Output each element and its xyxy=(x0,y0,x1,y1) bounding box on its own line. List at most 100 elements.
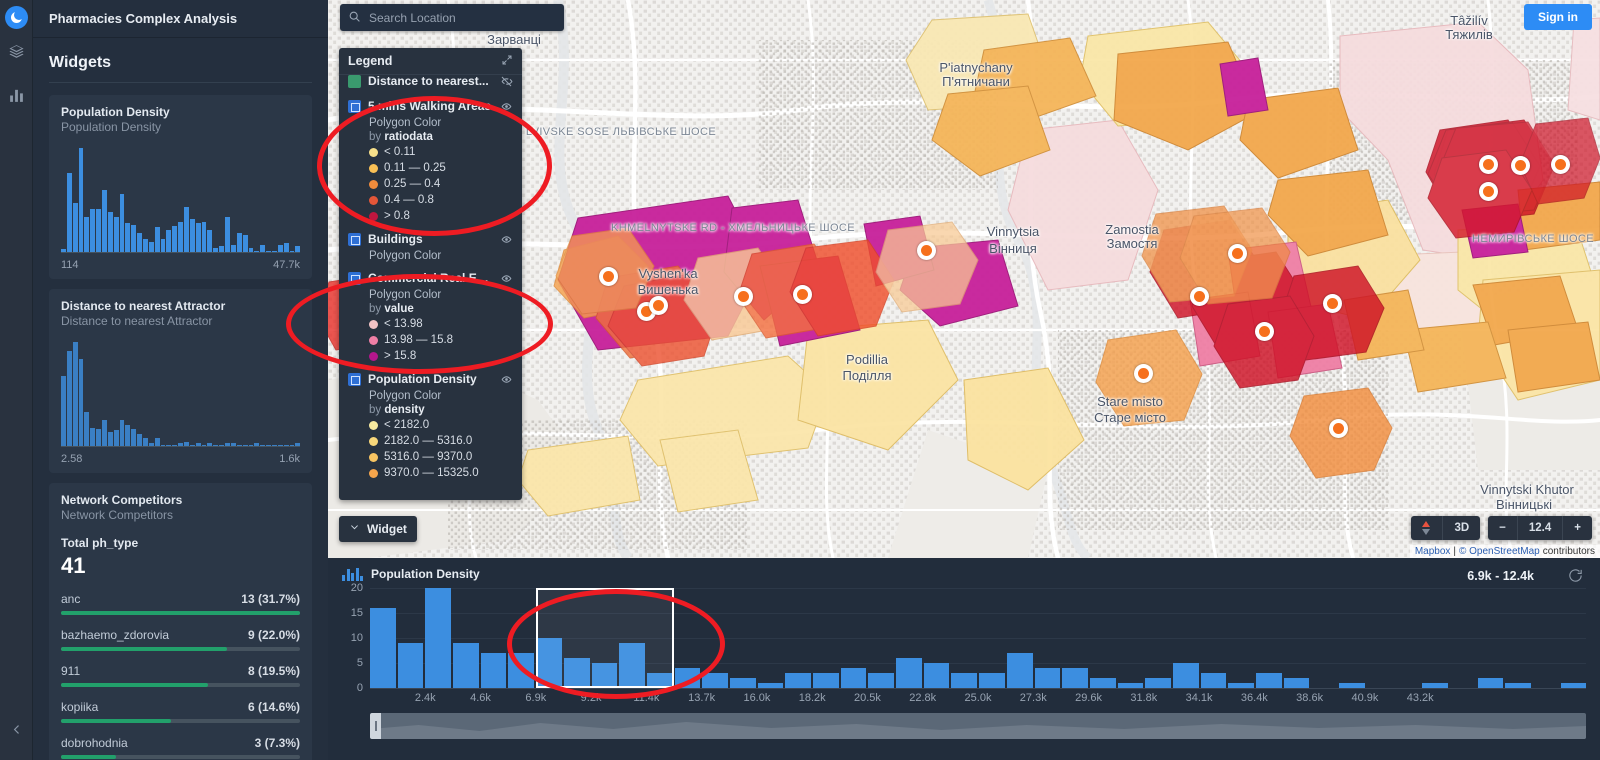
histogram-bar[interactable] xyxy=(1034,668,1061,688)
legend-layer[interactable]: Buildings Polygon Color xyxy=(339,227,522,266)
histogram-bar[interactable] xyxy=(370,608,396,688)
refresh-icon[interactable] xyxy=(1567,567,1584,584)
widget-histogram[interactable] xyxy=(61,342,301,447)
histogram-bar[interactable] xyxy=(813,673,839,688)
page-title: Pharmacies Complex Analysis xyxy=(33,0,328,38)
pharmacy-marker[interactable] xyxy=(1479,182,1498,201)
histogram-bar[interactable] xyxy=(729,678,756,688)
search-bar[interactable] xyxy=(340,4,564,31)
legend-layer[interactable]: Distance to nearest... xyxy=(339,69,522,94)
divider xyxy=(49,82,312,83)
eye-icon[interactable] xyxy=(500,100,513,113)
histogram-brush-selection[interactable] xyxy=(535,588,674,688)
map-attribution[interactable]: Mapbox | © OpenStreetMap contributors xyxy=(1409,545,1600,558)
widget-card[interactable]: Distance to nearest Attractor Distance to… xyxy=(49,289,312,473)
competitor-value: 13 (31.7%) xyxy=(241,592,300,606)
histogram-bar[interactable] xyxy=(425,588,452,688)
pharmacy-marker[interactable] xyxy=(649,296,668,315)
histogram-bar xyxy=(213,247,219,252)
histogram-bar[interactable] xyxy=(480,653,507,688)
pharmacy-marker[interactable] xyxy=(1228,244,1247,263)
legend-layer[interactable]: 5 mins Walking Areas Polygon Color by rati… xyxy=(339,94,522,227)
collapse-arrows-icon[interactable] xyxy=(501,54,513,69)
histogram-bar[interactable] xyxy=(896,658,922,688)
pharmacy-marker[interactable] xyxy=(1551,155,1570,174)
attribution-mapbox[interactable]: Mapbox xyxy=(1415,546,1451,557)
mode-3d-button[interactable]: 3D xyxy=(1442,516,1480,540)
range-min: 2.58 xyxy=(61,453,83,465)
legend-layer-header[interactable]: 5 mins Walking Areas xyxy=(348,96,513,116)
histogram-bar xyxy=(230,443,236,446)
histogram-bar[interactable] xyxy=(1172,663,1199,688)
histogram-bar[interactable] xyxy=(868,673,895,688)
histogram-bar[interactable] xyxy=(1089,678,1116,688)
layers-icon[interactable] xyxy=(0,29,33,73)
histogram-bar[interactable] xyxy=(785,673,811,688)
legend-layer[interactable]: Population Density Polygon Color by densit… xyxy=(339,367,522,484)
bar-chart-icon[interactable] xyxy=(0,73,33,117)
search-input[interactable] xyxy=(369,10,549,25)
histogram-bar[interactable] xyxy=(1256,673,1282,688)
legend-layer-header[interactable]: Commercial Real Esta... xyxy=(348,268,513,288)
eye-icon[interactable] xyxy=(500,233,513,246)
pharmacy-marker[interactable] xyxy=(1134,364,1153,383)
histogram-bar[interactable] xyxy=(951,673,978,688)
histogram-scrollbar[interactable] xyxy=(370,713,1586,739)
histogram-bar[interactable] xyxy=(674,668,701,688)
histogram-bar[interactable] xyxy=(1006,653,1033,688)
map-place-label: P'iatnychany xyxy=(939,60,1013,75)
pitch-toggle-icon[interactable] xyxy=(1411,516,1442,540)
histogram-bar[interactable] xyxy=(923,663,950,688)
competitor-bar xyxy=(61,683,300,687)
legend-swatch-row: 0.11 — 0.25 xyxy=(348,160,513,176)
legend-layer-header[interactable]: Buildings xyxy=(348,229,513,249)
histogram-bar[interactable] xyxy=(702,673,728,688)
attribution-osm[interactable]: © OpenStreetMap xyxy=(1459,546,1540,557)
sidebar-collapse-button[interactable] xyxy=(0,714,33,744)
histogram-bar xyxy=(254,443,260,446)
histogram-bar[interactable] xyxy=(453,643,479,688)
legend-range-label: 0.11 — 0.25 xyxy=(384,162,446,174)
widget-histogram[interactable] xyxy=(61,148,301,253)
sign-in-button[interactable]: Sign in xyxy=(1524,4,1592,30)
histogram-bar[interactable] xyxy=(840,668,867,688)
zoom-in-button[interactable]: + xyxy=(1562,516,1592,540)
histogram-bar[interactable] xyxy=(508,653,535,688)
competitors-card[interactable]: Network Competitors Network Competitors To… xyxy=(49,483,312,760)
app-logo-icon[interactable] xyxy=(4,6,28,29)
pharmacy-marker[interactable] xyxy=(1479,155,1498,174)
eye-icon[interactable] xyxy=(500,272,513,285)
pharmacy-marker[interactable] xyxy=(1511,156,1530,175)
histogram-bar[interactable] xyxy=(1062,668,1088,688)
eye-icon[interactable] xyxy=(500,373,513,386)
pharmacy-marker[interactable] xyxy=(1323,294,1342,313)
legend-panel[interactable]: Legend Distance to nearest... 5 mins Walk… xyxy=(339,48,522,500)
histogram-bar xyxy=(166,230,172,252)
histogram-bar[interactable] xyxy=(1200,673,1227,688)
pharmacy-marker[interactable] xyxy=(1329,419,1348,438)
eye-off-icon[interactable] xyxy=(500,75,513,88)
scrollbar-handle[interactable] xyxy=(370,713,381,739)
pharmacy-marker[interactable] xyxy=(734,287,753,306)
x-axis-tick: 36.4k xyxy=(1240,692,1268,704)
histogram-bar[interactable] xyxy=(979,673,1005,688)
histogram-plot[interactable]: 0 5 10 15 20 xyxy=(351,582,1587,694)
pharmacy-marker[interactable] xyxy=(917,241,936,260)
histogram-bar[interactable] xyxy=(397,643,424,688)
histogram-bar[interactable] xyxy=(1477,678,1504,688)
pharmacy-marker[interactable] xyxy=(1255,322,1274,341)
histogram-bar xyxy=(113,217,119,252)
map-canvas[interactable]: Зарванці P'iatnychany П'ятничани Zamostia За… xyxy=(328,0,1600,558)
pharmacy-marker[interactable] xyxy=(599,267,618,286)
histogram-bar[interactable] xyxy=(1283,678,1310,688)
widget-card[interactable]: Population Density Population Density 114 4… xyxy=(49,95,312,279)
histogram-bar[interactable] xyxy=(1145,678,1171,688)
legend-layer-header[interactable]: Population Density xyxy=(348,369,513,389)
pharmacy-marker[interactable] xyxy=(1190,287,1209,306)
pharmacy-marker[interactable] xyxy=(793,285,812,304)
legend-layer-header[interactable]: Distance to nearest... xyxy=(348,71,513,91)
sidebar: Pharmacies Complex Analysis Widgets Popu… xyxy=(33,0,328,760)
widget-button[interactable]: Widget xyxy=(339,516,417,542)
legend-layer[interactable]: Commercial Real Esta... Polygon Color by v… xyxy=(339,266,522,367)
zoom-out-button[interactable]: − xyxy=(1488,516,1517,540)
